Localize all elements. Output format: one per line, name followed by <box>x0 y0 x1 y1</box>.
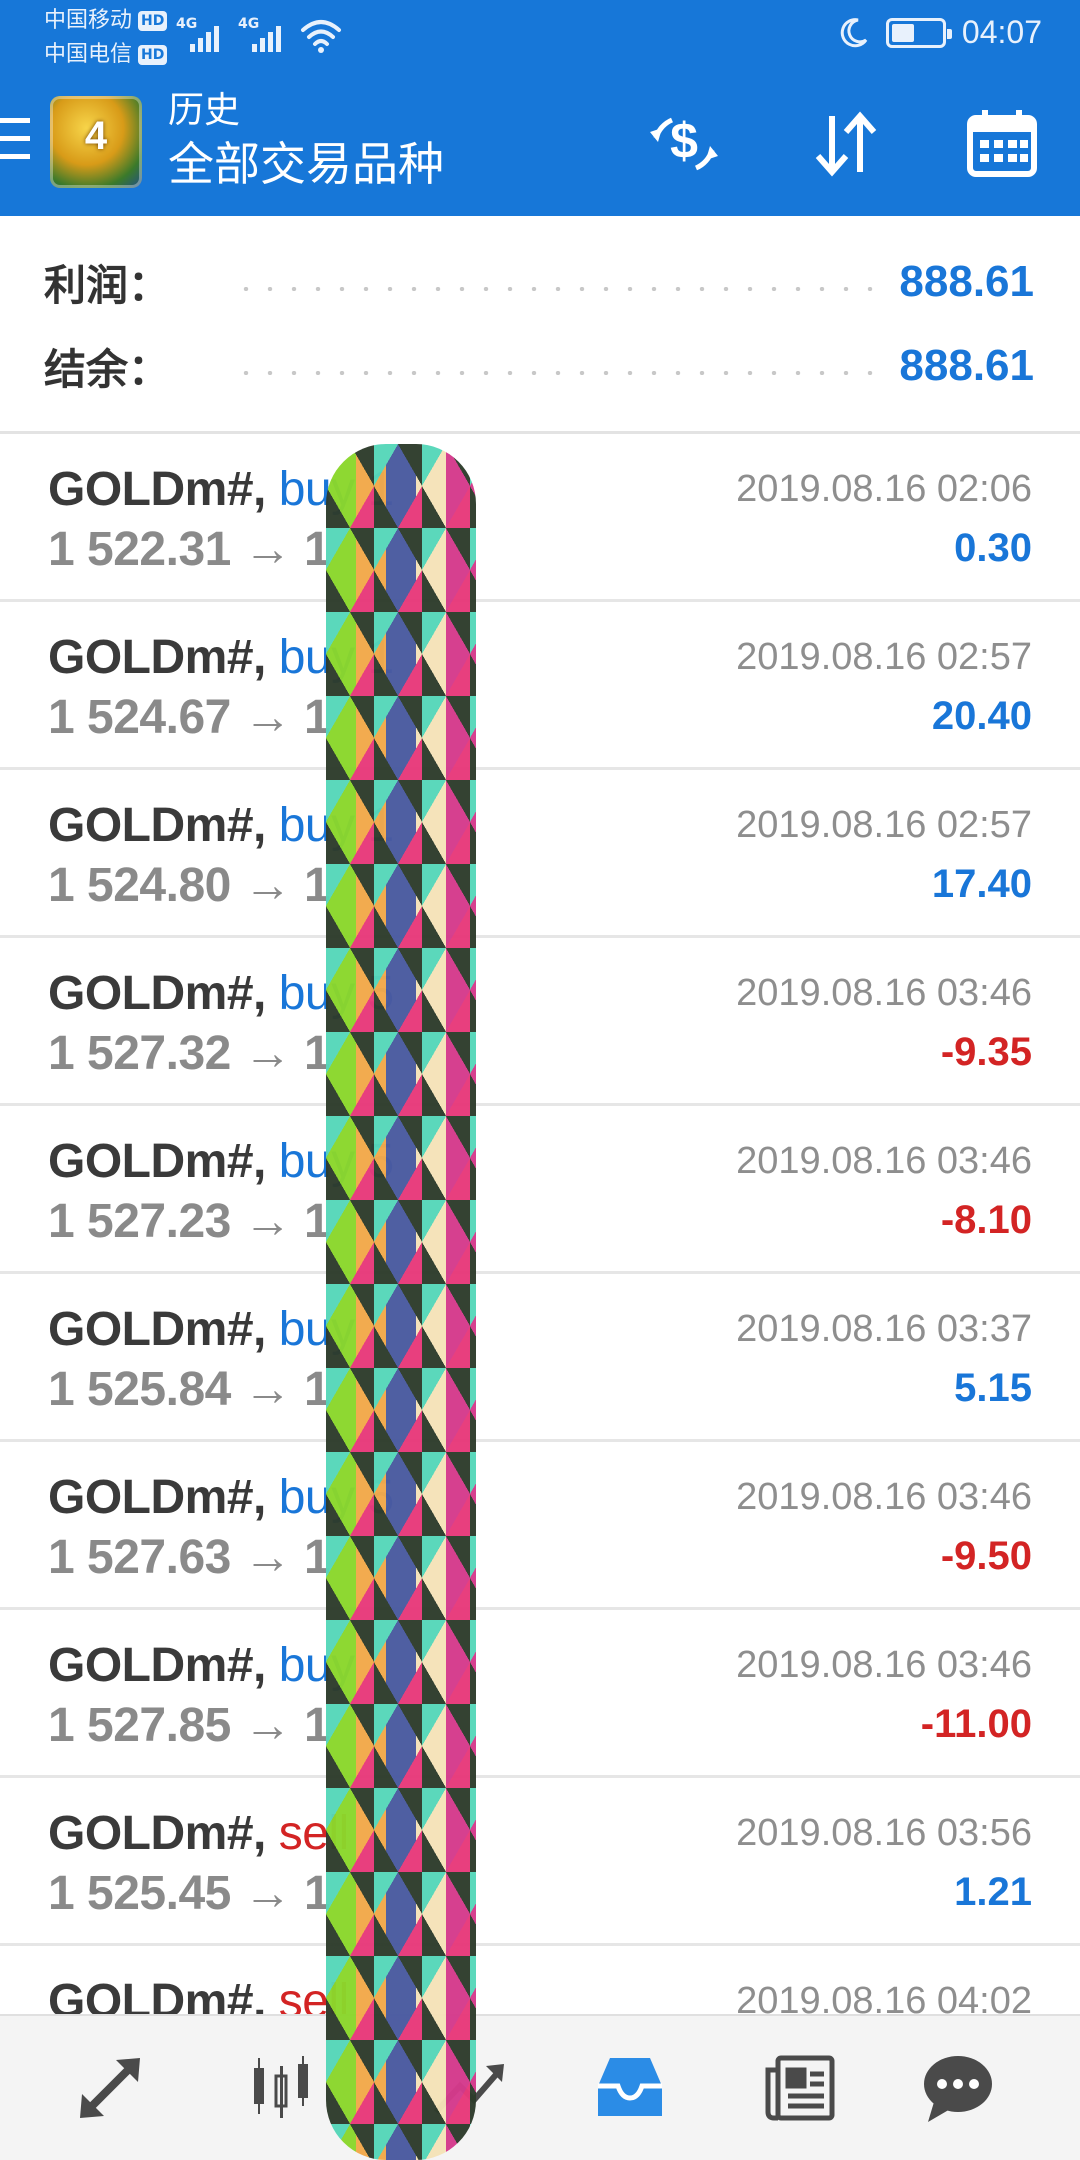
currency-exchange-icon[interactable]: $ <box>642 102 726 186</box>
trade-time: 2019.08.16 02:57 <box>736 636 1032 678</box>
dotted-leader <box>234 371 876 375</box>
trade-time: 2019.08.16 03:37 <box>736 1308 1032 1350</box>
page-title: 历史 <box>168 90 241 131</box>
trade-symbol-name: GOLDm#, <box>48 631 266 684</box>
trade-time: 2019.08.16 04:02 <box>736 1980 1032 2014</box>
trade-row[interactable]: GOLDm#, sell 1 525.45 → 1 2019.08.16 03:5… <box>0 1778 1080 1946</box>
signal-icon: 4G <box>238 16 286 54</box>
trade-symbol-name: GOLDm#, <box>48 1135 266 1188</box>
balance-row: 结余： 888.61 <box>44 326 1034 406</box>
summary-panel: 利润： 888.61 结余： 888.61 <box>0 216 1080 434</box>
trade-prices: 1 527.32 → 1 <box>48 1027 331 1080</box>
trade-row[interactable]: GOLDm#, sell 2019.08.16 04:02 <box>0 1946 1080 2014</box>
trade-symbol-name: GOLDm#, <box>48 463 266 516</box>
bottom-navigation <box>0 2014 1080 2160</box>
trade-prices: 1 527.85 → 1 <box>48 1699 331 1752</box>
trade-row[interactable]: GOLDm#, buy 11 524.80 → 1 2019.08.16 02:… <box>0 770 1080 938</box>
trade-row[interactable]: GOLDm#, buy 1 525.84 → 1 2019.08.16 03:37… <box>0 1274 1080 1442</box>
carrier-1-label: 中国移动 <box>44 8 133 33</box>
app-titles: 历史 全部交易品种 <box>168 88 444 194</box>
trade-profit: -8.10 <box>940 1198 1032 1242</box>
trade-symbol: GOLDm#, sell <box>48 1974 349 2014</box>
history-icon[interactable] <box>582 2040 678 2136</box>
trade-time: 2019.08.16 02:57 <box>736 804 1032 846</box>
trade-time: 2019.08.16 03:46 <box>736 972 1032 1014</box>
trade-time: 2019.08.16 03:56 <box>736 1812 1032 1854</box>
trade-row[interactable]: GOLDm#, buy 51 527.23 → 1 2019.08.16 03:… <box>0 1106 1080 1274</box>
redaction-scribble <box>326 444 476 2160</box>
trade-row[interactable]: GOLDm#, buy 1 527.85 → 1 2019.08.16 03:46… <box>0 1610 1080 1778</box>
dotted-leader <box>234 287 876 291</box>
profit-row: 利润： 888.61 <box>44 242 1034 322</box>
news-icon[interactable] <box>752 2040 848 2136</box>
app-logo-digit: 4 <box>84 114 108 158</box>
trade-profit: -11.00 <box>920 1702 1032 1746</box>
balance-label: 结余： <box>44 344 171 394</box>
trade-row[interactable]: GOLDm#, buy 11 522.31 → 1 2019.08.16 02:… <box>0 434 1080 602</box>
carrier-info: 中国移动 HD 中国电信 HD <box>44 4 168 72</box>
trade-symbol: GOLDm#, buy <box>48 1302 355 1357</box>
hd-badge: HD <box>138 11 168 31</box>
trade-time: 2019.08.16 02:06 <box>736 468 1032 510</box>
app-root: 中国移动 HD 中国电信 HD 4G 4G 04:07 4 历史 全部交易品种 … <box>0 0 1080 2160</box>
trade-symbol-name: GOLDm#, <box>48 1639 266 1692</box>
trade-prices: 1 525.45 → 1 <box>48 1867 331 1920</box>
trade-row[interactable]: GOLDm#, buy 11 524.67 → 1 2019.08.16 02:… <box>0 602 1080 770</box>
chart-icon[interactable] <box>234 2040 330 2136</box>
hd-badge: HD <box>138 45 168 65</box>
trade-symbol-name: GOLDm#, <box>48 967 266 1020</box>
trade-time: 2019.08.16 03:46 <box>736 1644 1032 1686</box>
trade-profit: 0.30 <box>954 526 1032 570</box>
symbol-filter-title[interactable]: 全部交易品种 <box>168 134 444 194</box>
wifi-icon <box>301 20 341 53</box>
trade-symbol-name: GOLDm#, <box>48 1807 266 1860</box>
trade-symbol-name: GOLDm#, <box>48 1303 266 1356</box>
signal-icon: 4G <box>176 16 224 54</box>
trade-prices: 1 527.23 → 1 <box>48 1195 331 1248</box>
trade-symbol-name: GOLDm#, <box>48 1975 266 2014</box>
trade-profit: -9.35 <box>940 1030 1032 1074</box>
carrier-2-label: 中国电信 <box>44 42 133 67</box>
balance-value: 888.61 <box>899 341 1034 390</box>
status-bar: 中国移动 HD 中国电信 HD 4G 4G 04:07 <box>0 0 1080 74</box>
sort-icon[interactable] <box>804 102 888 186</box>
trade-profit: -9.50 <box>940 1534 1032 1578</box>
trade-prices: 1 525.84 → 1 <box>48 1363 331 1416</box>
battery-icon <box>885 17 952 48</box>
app-bar: 4 历史 全部交易品种 $ <box>0 74 1080 216</box>
status-clock: 04:07 <box>961 14 1042 50</box>
menu-icon[interactable] <box>0 118 34 168</box>
trade-profit: 1.21 <box>954 1870 1032 1914</box>
profit-label: 利润： <box>44 260 171 310</box>
moon-icon <box>840 17 868 47</box>
signal-indicators: 4G 4G <box>176 16 342 54</box>
profit-value: 888.61 <box>899 257 1034 306</box>
trade-prices: 1 524.67 → 1 <box>48 691 331 744</box>
trade-profit: 5.15 <box>954 1366 1032 1410</box>
trade-row[interactable]: GOLDm#, buy 51 527.32 → 1 2019.08.16 03:… <box>0 938 1080 1106</box>
trade-prices: 1 527.63 → 1 <box>48 1531 331 1584</box>
trade-symbol: GOLDm#, sell <box>48 1806 349 1861</box>
trade-profit: 20.40 <box>931 694 1032 738</box>
trade-prices: 1 524.80 → 1 <box>48 859 331 912</box>
trade-prices: 1 522.31 → 1 <box>48 523 331 576</box>
trade-symbol: GOLDm#, buy <box>48 1638 355 1693</box>
chat-icon[interactable] <box>910 2040 1006 2136</box>
svg-text:$: $ <box>670 113 698 169</box>
trade-time: 2019.08.16 03:46 <box>736 1140 1032 1182</box>
trade-history-list: GOLDm#, buy 11 522.31 → 1 2019.08.16 02:… <box>0 434 1080 2014</box>
trade-row[interactable]: GOLDm#, buy 51 527.63 → 1 2019.08.16 03:… <box>0 1442 1080 1610</box>
trade-profit: 17.40 <box>931 862 1032 906</box>
quotes-icon[interactable] <box>62 2040 158 2136</box>
trade-symbol-name: GOLDm#, <box>48 1471 266 1524</box>
trade-symbol-name: GOLDm#, <box>48 799 266 852</box>
calendar-icon[interactable] <box>960 102 1044 186</box>
trade-time: 2019.08.16 03:46 <box>736 1476 1032 1518</box>
app-logo: 4 <box>50 96 142 188</box>
